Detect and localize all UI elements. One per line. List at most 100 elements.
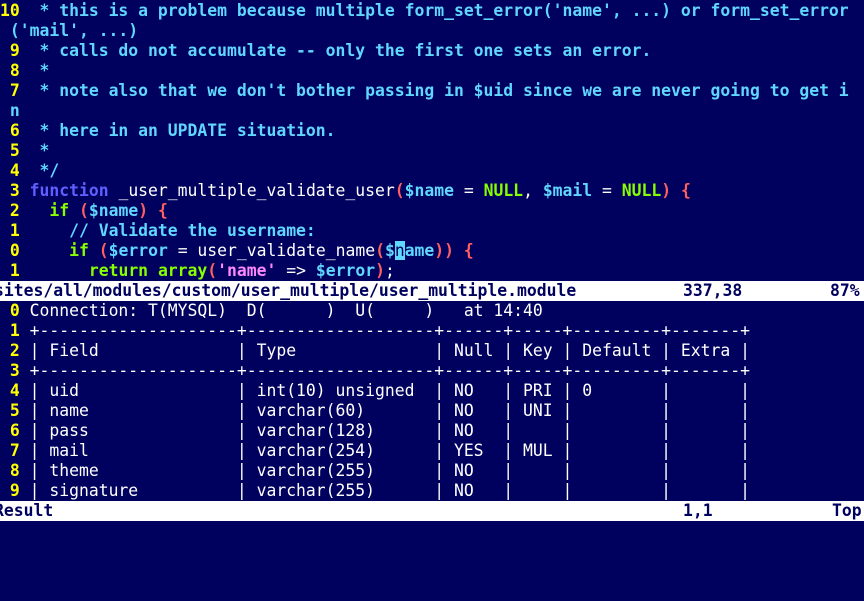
code-token: = <box>453 181 484 200</box>
editor-line[interactable]: 8 * <box>0 61 50 81</box>
result-line[interactable]: 6 | pass | varchar(128) | NO | | | | <box>0 421 750 441</box>
line-number: 1 <box>0 261 20 280</box>
result-buffer-name: Result <box>0 501 54 520</box>
text-cursor: n <box>394 241 405 260</box>
code-token: = <box>592 181 622 200</box>
line-number: 5 <box>0 401 20 420</box>
line-number: 6 <box>0 421 20 440</box>
result-line[interactable]: 9 | signature | varchar(255) | NO | | | … <box>0 481 750 501</box>
result-line[interactable]: 8 | theme | varchar(255) | NO | | | | <box>0 461 750 481</box>
table-row: | signature | varchar(255) | NO | | | | <box>29 481 750 500</box>
editor-line[interactable]: n <box>0 101 20 121</box>
line-number: 4 <box>0 381 20 400</box>
code-token: 'name' <box>217 261 277 280</box>
table-row: | uid | int(10) unsigned | NO | PRI | 0 … <box>29 381 750 400</box>
line-number: 10 <box>0 1 20 20</box>
code-token: ) <box>138 201 149 220</box>
table-row: | name | varchar(60) | NO | UNI | | | <box>29 401 750 420</box>
result-line[interactable]: 5 | name | varchar(60) | NO | UNI | | | <box>0 401 750 421</box>
code-token: => <box>276 261 316 280</box>
code-token: , <box>523 181 543 200</box>
table-row: | Field | Type | Null | Key | Default | … <box>29 341 750 360</box>
line-number: 2 <box>0 201 20 220</box>
code-token: ( <box>394 181 405 200</box>
code-token: $ <box>384 241 395 260</box>
line-number: 3 <box>0 181 20 200</box>
code-token: ) <box>661 181 672 200</box>
code-token: ; <box>384 261 395 280</box>
editor-line[interactable]: 2 if ($name) { <box>0 201 168 221</box>
line-number: 1 <box>0 221 20 240</box>
result-scroll-position: Top <box>832 501 862 520</box>
code-token: $name <box>404 181 454 200</box>
code-token: NULL <box>483 181 524 200</box>
code-token: { <box>463 241 474 260</box>
table-row: +--------------------+------------------… <box>29 321 750 340</box>
code-token: $error <box>315 261 376 280</box>
line-number: 4 <box>0 161 20 180</box>
code-token: if <box>69 241 89 260</box>
line-number: 2 <box>0 341 20 360</box>
editor-line[interactable]: 1 // Validate the username: <box>0 221 316 241</box>
result-status-line: Result 1,1 Top <box>0 501 864 521</box>
line-number: 0 <box>0 301 20 320</box>
table-row: | theme | varchar(255) | NO | | | | <box>29 461 750 480</box>
line-number: 6 <box>0 121 20 140</box>
line-number: 8 <box>0 61 20 80</box>
code-token: ( <box>79 201 89 220</box>
code-token: _user_multiple_validate_user <box>108 181 395 200</box>
code-token: $error <box>108 241 168 260</box>
code-token: * <box>29 61 50 80</box>
code-token: ( <box>375 241 385 260</box>
line-number: 7 <box>0 441 20 460</box>
line-number: 1 <box>0 321 20 340</box>
editor-line[interactable]: 1 return array('name' => $error); <box>0 261 395 281</box>
code-token: * note also that we don't bother passing… <box>29 81 849 100</box>
editor-line[interactable]: 4 */ <box>0 161 59 181</box>
result-line[interactable]: 1 +--------------------+----------------… <box>0 321 750 341</box>
code-token: * calls do not accumulate -- only the fi… <box>29 41 652 60</box>
result-cursor-position: 1,1 <box>683 501 713 520</box>
code-token: function <box>29 181 109 200</box>
code-token: array <box>157 261 208 280</box>
result-line[interactable]: 3 +--------------------+----------------… <box>0 361 750 381</box>
result-line[interactable]: 2 | Field | Type | Null | Key | Default … <box>0 341 750 361</box>
code-token: ('mail', ...) <box>9 21 139 40</box>
editor-line[interactable]: 7 * note also that we don't bother passi… <box>0 81 849 101</box>
code-token: ame <box>404 241 435 260</box>
editor-line[interactable]: 5 * <box>0 141 50 161</box>
editor-line[interactable]: 6 * here in an UPDATE situation. <box>0 121 336 141</box>
result-line[interactable]: 0 Connection: T(MYSQL) D( ) U( ) at 14:4… <box>0 301 543 321</box>
code-token: return <box>88 261 149 280</box>
code-token: n <box>9 101 20 120</box>
result-line[interactable]: 4 | uid | int(10) unsigned | NO | PRI | … <box>0 381 750 401</box>
table-row: | pass | varchar(128) | NO | | | | <box>29 421 750 440</box>
line-number: 0 <box>0 241 20 260</box>
code-token: $mail <box>542 181 593 200</box>
line-number: 7 <box>0 81 20 100</box>
code-token: = user_validate_name <box>167 241 376 260</box>
editor-line[interactable]: 9 * calls do not accumulate -- only the … <box>0 41 651 61</box>
code-token: * this is a problem because multiple for… <box>29 1 849 20</box>
editor-line[interactable]: ('mail', ...) <box>0 21 138 41</box>
editor-line[interactable]: 10 * this is a problem because multiple … <box>0 1 849 21</box>
code-token: ( <box>98 241 109 260</box>
editor-line[interactable]: 0 if ($error = user_validate_name($name)… <box>0 241 474 261</box>
line-number: 9 <box>0 41 20 60</box>
code-token: ( <box>207 261 218 280</box>
result-line[interactable]: 7 | mail | varchar(254) | YES | MUL | | … <box>0 441 750 461</box>
editor-line[interactable]: 3 function _user_multiple_validate_user(… <box>0 181 691 201</box>
terminal-vim-window[interactable]: 10 * this is a problem because multiple … <box>0 0 864 555</box>
code-token: ) <box>375 261 385 280</box>
line-number: 9 <box>0 481 20 500</box>
editor-scroll-percent: 87% <box>830 281 860 300</box>
